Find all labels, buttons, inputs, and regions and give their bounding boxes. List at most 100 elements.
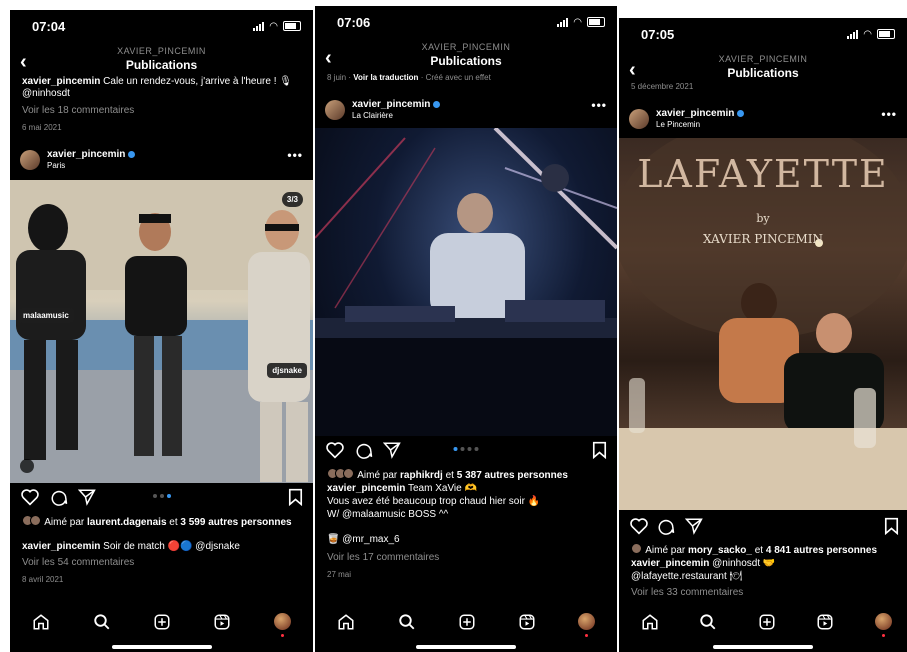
reels-icon[interactable] bbox=[518, 613, 536, 631]
home-icon[interactable] bbox=[337, 613, 355, 631]
save-icon[interactable] bbox=[592, 441, 607, 459]
search-icon[interactable] bbox=[699, 613, 717, 631]
likes-summary[interactable]: Aimé par laurent.dagenais et 3 599 autre… bbox=[22, 515, 303, 529]
like-icon[interactable] bbox=[629, 517, 649, 535]
post-username[interactable]: xavier_pincemin bbox=[47, 149, 136, 160]
comment-icon[interactable] bbox=[355, 441, 373, 459]
like-icon[interactable] bbox=[325, 441, 345, 459]
page-header: ‹ XAVIER_PINCEMIN Publications bbox=[10, 44, 313, 78]
like-icon[interactable] bbox=[20, 488, 40, 506]
liked-by-user[interactable]: laurent.dagenais bbox=[87, 517, 166, 528]
tag-label[interactable]: malaamusic bbox=[18, 308, 74, 323]
caption-username[interactable]: xavier_pincemin bbox=[22, 541, 100, 552]
liked-by-label: Aimé par bbox=[44, 517, 85, 528]
share-icon[interactable] bbox=[383, 441, 401, 459]
effect-label[interactable]: Créé avec un effet bbox=[426, 73, 491, 82]
back-icon[interactable]: ‹ bbox=[629, 59, 636, 82]
liked-count[interactable]: 4 841 autres personnes bbox=[766, 545, 877, 556]
liker-avatar bbox=[343, 468, 354, 479]
search-icon[interactable] bbox=[93, 613, 111, 631]
liked-count[interactable]: 3 599 autres personnes bbox=[180, 517, 291, 528]
carousel-dots bbox=[152, 494, 171, 498]
view-comments-link[interactable]: Voir les 33 commentaires bbox=[631, 587, 897, 599]
caption-username[interactable]: xavier_pincemin bbox=[327, 483, 405, 494]
post-date: 8 juin bbox=[327, 73, 347, 82]
profile-avatar-icon[interactable] bbox=[578, 613, 595, 630]
caption-line: Vous avez été beaucoup trop chaud hier s… bbox=[327, 496, 541, 507]
back-icon[interactable]: ‹ bbox=[325, 47, 332, 70]
liked-and-label: et bbox=[754, 545, 764, 556]
post-photo[interactable]: 3/3 malaamusic djsnake bbox=[10, 180, 313, 483]
share-icon[interactable] bbox=[78, 488, 96, 506]
caption-text: Soir de match 🔴🔵 @djsnake bbox=[103, 541, 240, 552]
likes-summary[interactable]: Aimé par raphikrdj et 5 387 autres perso… bbox=[327, 468, 607, 482]
phone-screen-1: 07:04 ◠ ‹ XAVIER_PINCEMIN Publications x… bbox=[10, 10, 313, 652]
post-date: 6 mai 2021 bbox=[22, 123, 62, 132]
bottom-nav bbox=[315, 610, 617, 637]
post-photo[interactable]: LAFAYETTE by XAVIER PINCEMIN bbox=[619, 138, 907, 510]
post-location[interactable]: Le Pincemin bbox=[656, 120, 700, 129]
avatar[interactable] bbox=[20, 150, 40, 170]
more-options-icon[interactable]: ••• bbox=[287, 148, 303, 162]
post-username[interactable]: xavier_pincemin bbox=[352, 99, 441, 110]
save-icon[interactable] bbox=[288, 488, 303, 506]
wifi-icon: ◠ bbox=[573, 16, 582, 28]
post-location[interactable]: La Clairière bbox=[352, 111, 393, 120]
bottom-nav bbox=[10, 610, 313, 637]
comment-icon[interactable] bbox=[50, 488, 68, 506]
wifi-icon: ◠ bbox=[269, 20, 278, 32]
view-comments-link[interactable]: Voir les 54 commentaires bbox=[22, 557, 303, 569]
status-icons: ◠ bbox=[253, 21, 301, 31]
home-indicator bbox=[416, 645, 516, 649]
post-photo[interactable] bbox=[315, 128, 617, 436]
likes-summary[interactable]: Aimé par mory_sacko_ et 4 841 autres per… bbox=[631, 543, 897, 557]
reels-icon[interactable] bbox=[213, 613, 231, 631]
view-comments-link[interactable]: Voir les 17 commentaires bbox=[327, 552, 607, 564]
home-icon[interactable] bbox=[32, 613, 50, 631]
notification-dot bbox=[585, 634, 588, 637]
caption-username[interactable]: xavier_pincemin bbox=[22, 76, 100, 87]
caption-line: @lafayette.restaurant 🍽 bbox=[631, 571, 743, 582]
post-header: xavier_pincemin Le Pincemin ••• bbox=[629, 107, 899, 133]
notification-dot bbox=[281, 634, 284, 637]
liked-by-user[interactable]: raphikrdj bbox=[400, 470, 443, 481]
tagged-people-icon[interactable] bbox=[20, 459, 34, 473]
avatar[interactable] bbox=[629, 109, 649, 129]
photo-illustration bbox=[10, 180, 313, 483]
save-icon[interactable] bbox=[884, 517, 899, 535]
post-actions bbox=[619, 515, 907, 537]
new-post-icon[interactable] bbox=[758, 613, 776, 631]
post-caption: xavier_pincemin Team XaVie 🫶 bbox=[327, 483, 607, 495]
view-comments-link[interactable]: Voir les 18 commentaires bbox=[22, 105, 303, 117]
profile-avatar-icon[interactable] bbox=[875, 613, 892, 630]
liked-by-label: Aimé par bbox=[645, 545, 686, 556]
home-icon[interactable] bbox=[641, 613, 659, 631]
see-translation-link[interactable]: Voir la traduction bbox=[353, 73, 418, 82]
new-post-icon[interactable] bbox=[153, 613, 171, 631]
back-icon[interactable]: ‹ bbox=[20, 51, 27, 74]
header-username: XAVIER_PINCEMIN bbox=[421, 42, 511, 52]
new-post-icon[interactable] bbox=[458, 613, 476, 631]
liked-by-user[interactable]: mory_sacko_ bbox=[688, 545, 752, 556]
more-options-icon[interactable]: ••• bbox=[591, 98, 607, 112]
share-icon[interactable] bbox=[685, 517, 703, 535]
post-username-text: xavier_pincemin bbox=[352, 99, 431, 110]
more-options-icon[interactable]: ••• bbox=[881, 107, 897, 121]
comment-preview[interactable]: 🥃 @mr_max_6 bbox=[327, 534, 607, 546]
tag-label[interactable]: djsnake bbox=[267, 363, 307, 378]
post-header: xavier_pincemin La Clairière ••• bbox=[325, 98, 609, 124]
reels-icon[interactable] bbox=[816, 613, 834, 631]
search-icon[interactable] bbox=[398, 613, 416, 631]
profile-avatar-icon[interactable] bbox=[274, 613, 291, 630]
post-date: 5 décembre 2021 bbox=[631, 82, 694, 91]
post-location[interactable]: Paris bbox=[47, 161, 65, 170]
caption-username[interactable]: xavier_pincemin bbox=[631, 558, 709, 569]
page-title: Publications bbox=[430, 54, 502, 68]
post-date: 8 avril 2021 bbox=[22, 575, 64, 584]
comment-icon[interactable] bbox=[657, 517, 675, 535]
liked-count[interactable]: 5 387 autres personnes bbox=[457, 470, 568, 481]
post-username[interactable]: xavier_pincemin bbox=[656, 108, 745, 119]
avatar[interactable] bbox=[325, 100, 345, 120]
post-caption: xavier_pincemin @ninhosdt 🤝 bbox=[631, 558, 897, 570]
liked-and-label: et bbox=[169, 517, 178, 528]
